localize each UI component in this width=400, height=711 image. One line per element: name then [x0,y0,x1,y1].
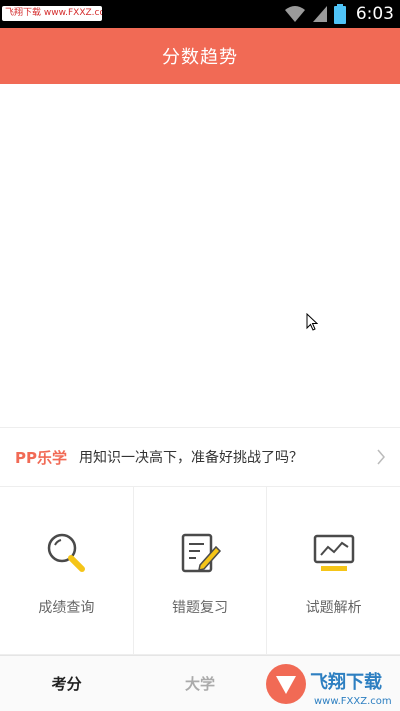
watermark-logo-url: www.FXXZ.com [314,696,392,707]
watermark-logo-text: 飞翔下载 [310,671,382,693]
tab-score[interactable]: 考分 [0,656,133,711]
battery-icon [333,4,346,24]
page-title: 分数趋势 [162,47,238,68]
score-trend-area [0,84,400,425]
status-bar: 飞翔下载 www.FXXZ.com 6:03 [0,0,400,28]
chevron-right-icon [377,449,385,465]
tab-university[interactable]: 大学 [133,656,266,711]
mouse-cursor-icon [306,313,318,331]
feature-mistake-review[interactable]: 错题复习 [133,487,268,655]
signal-icon [312,6,327,22]
magnifier-icon [48,533,86,572]
feature-label: 错题复习 [172,600,228,616]
notepad-pencil-icon [181,533,222,573]
status-time: 6:03 [355,4,394,24]
wifi-icon [284,6,305,22]
promo-brand: PP乐学 [15,448,67,467]
feature-label: 试题解析 [305,600,362,616]
watermark-badge: 飞翔下载 www.FXXZ.com [2,6,102,21]
watermark-logo: 飞翔下载 www.FXXZ.com [266,664,392,707]
promo-text: 用知识一决高下，准备好挑战了吗？ [79,450,303,466]
app-header: 分数趋势 [0,28,400,84]
promo-banner[interactable]: PP乐学 用知识一决高下，准备好挑战了吗？ [0,427,400,487]
status-icons: 6:03 [284,2,394,26]
feature-label: 成绩查询 [38,600,95,616]
feature-question-analysis[interactable]: 试题解析 [267,487,400,655]
feature-grid: 成绩查询 错题复习 试题解析 [0,487,400,655]
feature-score-query[interactable]: 成绩查询 [0,487,134,655]
monitor-chart-icon [313,534,354,571]
